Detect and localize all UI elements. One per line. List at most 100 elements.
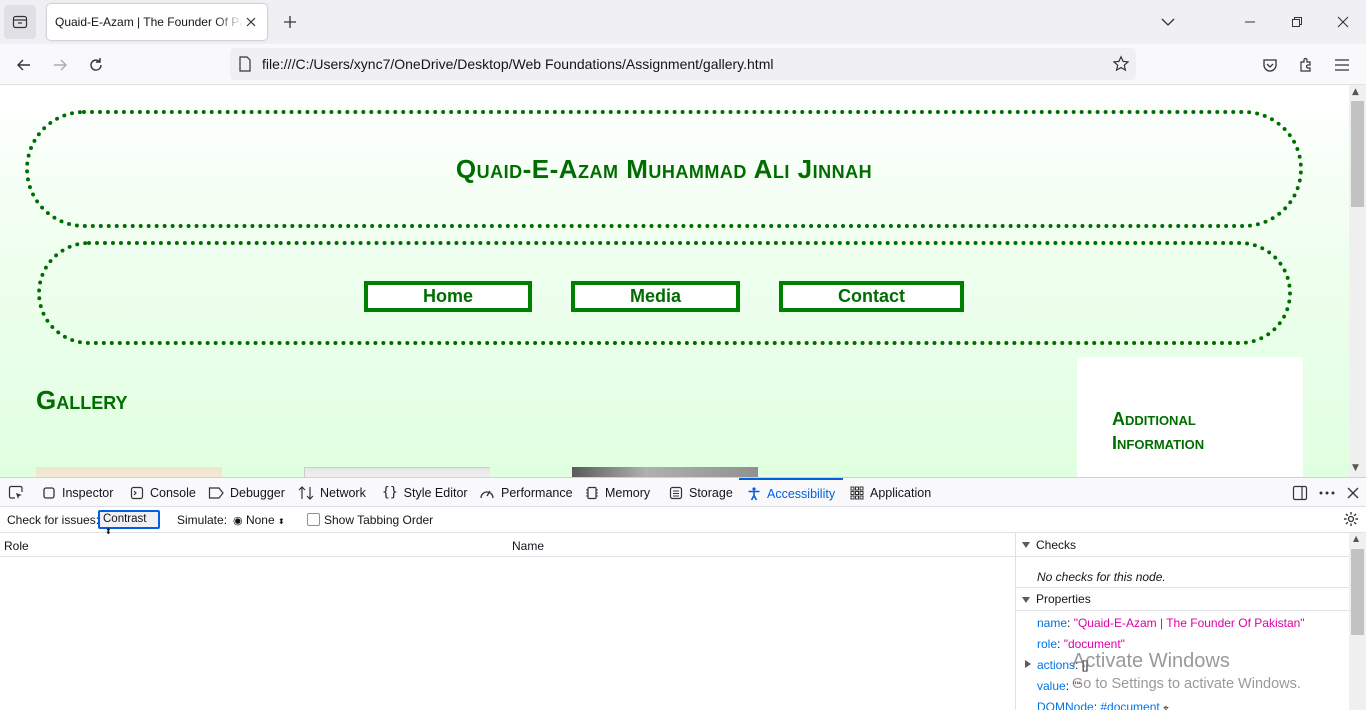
nav-link-media[interactable]: Media: [571, 281, 740, 312]
page-scrollbar[interactable]: ▲ ▼: [1349, 85, 1366, 477]
address-bar[interactable]: file:///C:/Users/xync7/OneDrive/Desktop/…: [230, 48, 1136, 80]
simulate-select[interactable]: ◉ None ⬍: [233, 513, 285, 527]
expand-triangle-icon[interactable]: [1025, 660, 1031, 668]
restore-icon: [1292, 17, 1302, 27]
restore-button[interactable]: [1283, 8, 1311, 36]
tab-application[interactable]: Application: [850, 478, 931, 507]
nav-link-home[interactable]: Home: [364, 281, 532, 312]
sidebar-scrollbar[interactable]: ▲: [1349, 533, 1366, 710]
gauge-icon: [479, 486, 495, 500]
inspector-icon: [42, 486, 56, 500]
tab-style-editor[interactable]: {} Style Editor: [382, 478, 468, 507]
close-icon: [1337, 16, 1349, 28]
site-nav: Home Media Contact: [37, 241, 1292, 345]
gallery-image[interactable]: [36, 467, 222, 477]
tab-accessibility[interactable]: Accessibility: [739, 478, 844, 507]
extensions-icon[interactable]: [1291, 50, 1321, 80]
tab-label: Network: [320, 485, 366, 500]
column-role[interactable]: Role: [4, 539, 29, 553]
tab-label: Memory: [605, 485, 651, 500]
site-title: Quaid-E-Azam Muhammad Ali Jinnah: [455, 153, 873, 184]
activate-windows-subtext: Go to Settings to activate Windows.: [1072, 676, 1301, 692]
gallery-image[interactable]: [304, 467, 490, 477]
scroll-up-icon[interactable]: ▲: [1352, 87, 1359, 97]
chevron-down-icon[interactable]: [1154, 8, 1182, 36]
tab-list-icon: [12, 15, 28, 29]
tab-label: Storage: [689, 485, 733, 500]
accessibility-icon: [747, 486, 761, 501]
additional-info-heading: Additional Information: [1112, 409, 1205, 453]
select-node-icon[interactable]: ⌖: [1163, 703, 1169, 710]
pick-element-button[interactable]: [8, 478, 24, 507]
tab-label: Style Editor: [403, 485, 468, 500]
site-header: Quaid-E-Azam Muhammad Ali Jinnah: [25, 110, 1303, 228]
back-button[interactable]: [9, 50, 39, 80]
tab-performance[interactable]: Performance: [479, 478, 573, 507]
reload-button[interactable]: [81, 50, 111, 80]
forward-button[interactable]: [45, 50, 75, 80]
minimize-icon: [1245, 21, 1255, 23]
bookmark-star-icon[interactable]: [1112, 55, 1130, 76]
new-tab-button[interactable]: [278, 10, 302, 34]
scroll-down-icon[interactable]: ▼: [1352, 463, 1359, 473]
close-devtools-icon[interactable]: [1343, 483, 1363, 503]
property-row[interactable]: name: "Quaid-E-Azam | The Founder Of Pak…: [1037, 616, 1305, 630]
column-name[interactable]: Name: [512, 539, 544, 553]
simulate-label: Simulate:: [177, 513, 228, 527]
accessibility-toolbar: Check for issues: Contrast ⬍ Simulate: ◉…: [0, 507, 1366, 536]
arrow-left-icon: [17, 59, 30, 71]
memory-chip-icon: [585, 486, 599, 500]
minimize-button[interactable]: [1236, 8, 1264, 36]
storage-icon: [669, 486, 683, 500]
browser-tab[interactable]: Quaid-E-Azam | The Founder Of Pakistan: [47, 4, 267, 40]
pocket-icon[interactable]: [1255, 50, 1285, 80]
activate-windows-watermark: Activate Windows: [1072, 650, 1230, 672]
accessibility-tree-header: Role Name: [0, 533, 1015, 557]
list-all-tabs-button[interactable]: [4, 5, 36, 39]
tab-inspector[interactable]: Inspector: [42, 478, 113, 507]
tab-label: Performance: [501, 485, 573, 500]
close-tab-icon[interactable]: [243, 14, 259, 30]
property-row[interactable]: DOMNode: #document ⌖: [1037, 700, 1169, 710]
page-icon: [239, 56, 251, 72]
tab-label: Inspector: [62, 485, 114, 500]
checks-section-header[interactable]: Checks: [1016, 533, 1350, 557]
url-text: file:///C:/Users/xync7/OneDrive/Desktop/…: [262, 56, 774, 72]
check-for-issues-select[interactable]: Contrast ⬍: [98, 510, 160, 536]
tab-debugger[interactable]: Debugger: [208, 478, 285, 507]
more-options-icon[interactable]: [1317, 483, 1337, 503]
checks-message: No checks for this node.: [1037, 570, 1166, 584]
gallery-image[interactable]: [572, 467, 758, 477]
page-viewport: Quaid-E-Azam Muhammad Ali Jinnah Home Me…: [0, 85, 1349, 477]
properties-section-header[interactable]: Properties: [1016, 587, 1350, 611]
tab-bar: Quaid-E-Azam | The Founder Of Pakistan: [0, 0, 1366, 44]
properties-heading: Properties: [1036, 592, 1091, 606]
tab-network[interactable]: Network: [298, 478, 366, 507]
dock-side-icon[interactable]: [1290, 483, 1310, 503]
nav-link-contact[interactable]: Contact: [779, 281, 964, 312]
devtools-toolbar: Inspector Console Debugger Network {} St…: [0, 478, 1366, 507]
plus-icon: [284, 16, 296, 28]
tab-storage[interactable]: Storage: [669, 478, 733, 507]
braces-icon: {}: [382, 485, 398, 500]
scroll-up-icon[interactable]: ▲: [1353, 534, 1359, 543]
scrollbar-thumb[interactable]: [1351, 101, 1364, 207]
show-tabbing-order-checkbox[interactable]: [307, 513, 320, 526]
additional-info-panel: Additional Information: [1077, 357, 1303, 477]
tab-memory[interactable]: Memory: [585, 478, 650, 507]
tab-console[interactable]: Console: [130, 478, 196, 507]
grid-icon: [850, 486, 864, 500]
menu-hamburger-icon[interactable]: [1327, 50, 1357, 80]
arrow-right-icon: [54, 59, 67, 71]
close-window-button[interactable]: [1329, 8, 1357, 36]
property-row[interactable]: role: "document": [1037, 637, 1125, 651]
check-for-issues-label: Check for issues:: [7, 513, 100, 527]
show-tabbing-order-label: Show Tabbing Order: [324, 513, 434, 527]
pick-element-icon: [8, 485, 23, 499]
eye-icon: ◉: [233, 515, 243, 527]
settings-gear-icon[interactable]: [1343, 511, 1359, 530]
scrollbar-thumb[interactable]: [1351, 549, 1364, 635]
reload-icon: [90, 58, 102, 71]
tab-label: Application: [870, 485, 932, 500]
tab-label: Console: [150, 485, 196, 500]
